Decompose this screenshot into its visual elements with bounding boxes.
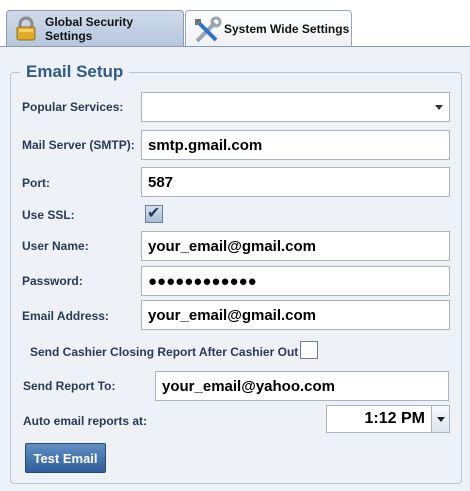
- send-report-to-value: your_email@yahoo.com: [162, 377, 336, 395]
- user-name-input[interactable]: your_email@gmail.com: [141, 231, 450, 261]
- user-name-label: User Name:: [22, 239, 89, 253]
- user-name-value: your_email@gmail.com: [148, 237, 317, 255]
- auto-email-time-picker[interactable]: 1:12 PM: [326, 405, 432, 433]
- password-value: ●●●●●●●●●●●●: [148, 272, 257, 290]
- use-ssl-label: Use SSL:: [22, 208, 75, 222]
- password-label: Password:: [22, 274, 83, 288]
- auto-email-time-value: 1:12 PM: [364, 410, 425, 427]
- send-cashier-report-checkbox[interactable]: [300, 341, 318, 359]
- send-report-to-label: Send Report To:: [23, 379, 116, 393]
- password-input[interactable]: ●●●●●●●●●●●●: [141, 266, 450, 296]
- tab-global-security-settings[interactable]: Global Security Settings: [6, 10, 184, 47]
- tools-icon: [192, 16, 222, 43]
- send-cashier-report-label: Send Cashier Closing Report After Cashie…: [30, 345, 299, 359]
- time-dropdown-button[interactable]: [432, 405, 450, 433]
- port-label: Port:: [22, 176, 50, 190]
- mail-server-label: Mail Server (SMTP):: [22, 138, 135, 152]
- email-address-label: Email Address:: [22, 309, 109, 323]
- tab-system-wide-settings[interactable]: System Wide Settings: [185, 10, 352, 47]
- mail-server-input[interactable]: smtp.gmail.com: [141, 130, 450, 160]
- tab-label: System Wide Settings: [224, 22, 350, 36]
- mail-server-value: smtp.gmail.com: [148, 136, 263, 154]
- auto-email-label: Auto email reports at:: [23, 414, 148, 428]
- port-value: 587: [148, 173, 174, 191]
- popular-services-label: Popular Services:: [22, 100, 124, 114]
- port-input[interactable]: 587: [141, 167, 450, 197]
- email-address-value: your_email@gmail.com: [148, 306, 317, 324]
- chevron-down-icon: [435, 105, 443, 110]
- checkmark-icon: ✔: [147, 205, 161, 222]
- use-ssl-checkbox[interactable]: ✔: [145, 205, 163, 223]
- tab-label: Global Security Settings: [45, 15, 134, 43]
- padlock-icon: [13, 16, 39, 42]
- section-title: Email Setup: [20, 62, 130, 82]
- send-report-to-input[interactable]: your_email@yahoo.com: [155, 371, 449, 401]
- email-address-input[interactable]: your_email@gmail.com: [141, 300, 450, 330]
- popular-services-select[interactable]: [141, 92, 450, 122]
- test-email-button[interactable]: Test Email: [25, 443, 106, 473]
- chevron-down-icon: [437, 417, 445, 422]
